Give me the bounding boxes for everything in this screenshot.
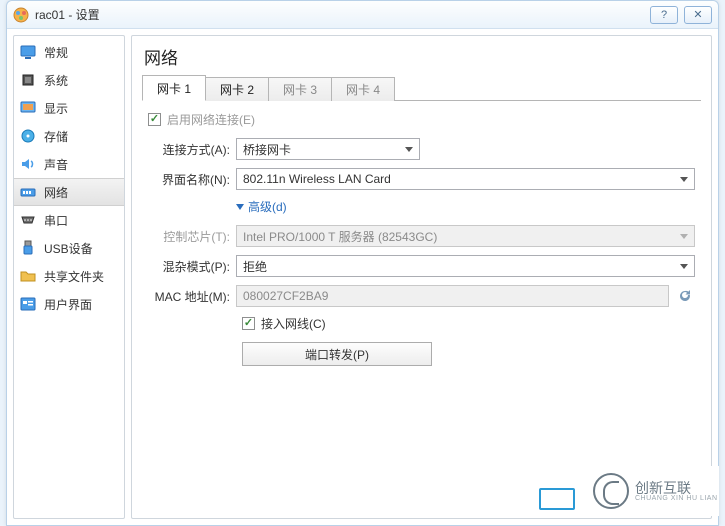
mac-field[interactable]: 080027CF2BA9 xyxy=(236,285,669,307)
panel-title: 网络 xyxy=(144,44,701,69)
cable-checkbox[interactable] xyxy=(242,317,255,330)
tab-adapter-2[interactable]: 网卡 2 xyxy=(205,77,269,101)
promisc-label: 混杂模式(P): xyxy=(148,258,236,275)
sidebar-item-usb[interactable]: USB设备 xyxy=(14,234,124,262)
advanced-toggle[interactable]: 高级(d) xyxy=(148,198,695,215)
mac-refresh-button[interactable] xyxy=(675,286,695,306)
folder-icon xyxy=(20,268,36,284)
sidebar-item-general[interactable]: 常规 xyxy=(14,38,124,66)
main-panel: 网络 网卡 1 网卡 2 网卡 3 网卡 4 启用网络连接(E) 连接方式(A)… xyxy=(131,35,712,519)
attach-mode-select[interactable]: 桥接网卡 xyxy=(236,138,420,160)
enable-network-row: 启用网络连接(E) xyxy=(148,111,695,128)
serial-icon xyxy=(20,212,36,228)
sidebar-item-label: USB设备 xyxy=(44,240,93,257)
display-icon xyxy=(20,100,36,116)
window-title: rac01 - 设置 xyxy=(35,6,100,23)
sidebar-item-system[interactable]: 系统 xyxy=(14,66,124,94)
sidebar-item-audio[interactable]: 声音 xyxy=(14,150,124,178)
speaker-icon xyxy=(20,156,36,172)
attach-label: 连接方式(A): xyxy=(148,141,236,158)
refresh-icon xyxy=(678,289,692,303)
ui-icon xyxy=(20,296,36,312)
tab-adapter-1[interactable]: 网卡 1 xyxy=(142,75,206,101)
chip-icon xyxy=(20,72,36,88)
enable-network-checkbox[interactable] xyxy=(148,113,161,126)
iface-name-select[interactable]: 802.11n Wireless LAN Card xyxy=(236,168,695,190)
tab-adapter-3[interactable]: 网卡 3 xyxy=(268,77,332,101)
app-icon xyxy=(13,7,29,23)
sidebar-item-storage[interactable]: 存储 xyxy=(14,122,124,150)
sidebar-item-label: 存储 xyxy=(44,128,68,145)
iface-name-label: 界面名称(N): xyxy=(148,171,236,188)
cable-row: 接入网线(C) xyxy=(148,315,695,332)
sidebar-item-label: 系统 xyxy=(44,72,68,89)
monitor-icon xyxy=(20,44,36,60)
sidebar-item-shared[interactable]: 共享文件夹 xyxy=(14,262,124,290)
watermark: 创新互联 CHUANG XIN HU LIAN xyxy=(589,466,719,516)
footer-ok-indicator xyxy=(539,488,575,510)
watermark-sub: CHUANG XIN HU LIAN xyxy=(635,495,718,502)
chip-select: Intel PRO/1000 T 服务器 (82543GC) xyxy=(236,225,695,247)
cable-label: 接入网线(C) xyxy=(261,315,326,332)
mac-label: MAC 地址(M): xyxy=(148,288,236,305)
tab-adapter-4[interactable]: 网卡 4 xyxy=(331,77,395,101)
enable-network-label: 启用网络连接(E) xyxy=(167,111,255,128)
promisc-select[interactable]: 拒绝 xyxy=(236,255,695,277)
network-icon xyxy=(20,184,36,200)
chevron-down-icon xyxy=(236,204,244,210)
sidebar-item-ui[interactable]: 用户界面 xyxy=(14,290,124,318)
sidebar-item-label: 声音 xyxy=(44,156,68,173)
watermark-brand: 创新互联 xyxy=(635,481,718,495)
adapter-form: 启用网络连接(E) 连接方式(A): 桥接网卡 界面名称(N): 802.11n… xyxy=(142,101,701,384)
close-button[interactable]: ✕ xyxy=(684,6,712,24)
sidebar-item-display[interactable]: 显示 xyxy=(14,94,124,122)
sidebar-item-label: 常规 xyxy=(44,44,68,61)
sidebar-item-label: 网络 xyxy=(44,184,68,201)
adapter-tabs: 网卡 1 网卡 2 网卡 3 网卡 4 xyxy=(142,75,701,101)
sidebar-item-label: 显示 xyxy=(44,100,68,117)
sidebar-item-network[interactable]: 网络 xyxy=(14,178,124,206)
category-sidebar: 常规 系统 显示 存储 声音 网络 xyxy=(13,35,125,519)
sidebar-item-label: 串口 xyxy=(44,212,68,229)
sidebar-item-label: 共享文件夹 xyxy=(44,268,104,285)
settings-window: rac01 - 设置 ? ✕ 常规 系统 显示 存储 xyxy=(6,0,719,526)
sidebar-item-label: 用户界面 xyxy=(44,296,92,313)
sidebar-item-serial[interactable]: 串口 xyxy=(14,206,124,234)
port-forward-button[interactable]: 端口转发(P) xyxy=(242,342,432,366)
titlebar: rac01 - 设置 ? ✕ xyxy=(7,1,718,29)
disk-icon xyxy=(20,128,36,144)
usb-icon xyxy=(20,240,36,256)
chip-label: 控制芯片(T): xyxy=(148,228,236,245)
watermark-logo-icon xyxy=(593,473,629,509)
help-button[interactable]: ? xyxy=(650,6,678,24)
